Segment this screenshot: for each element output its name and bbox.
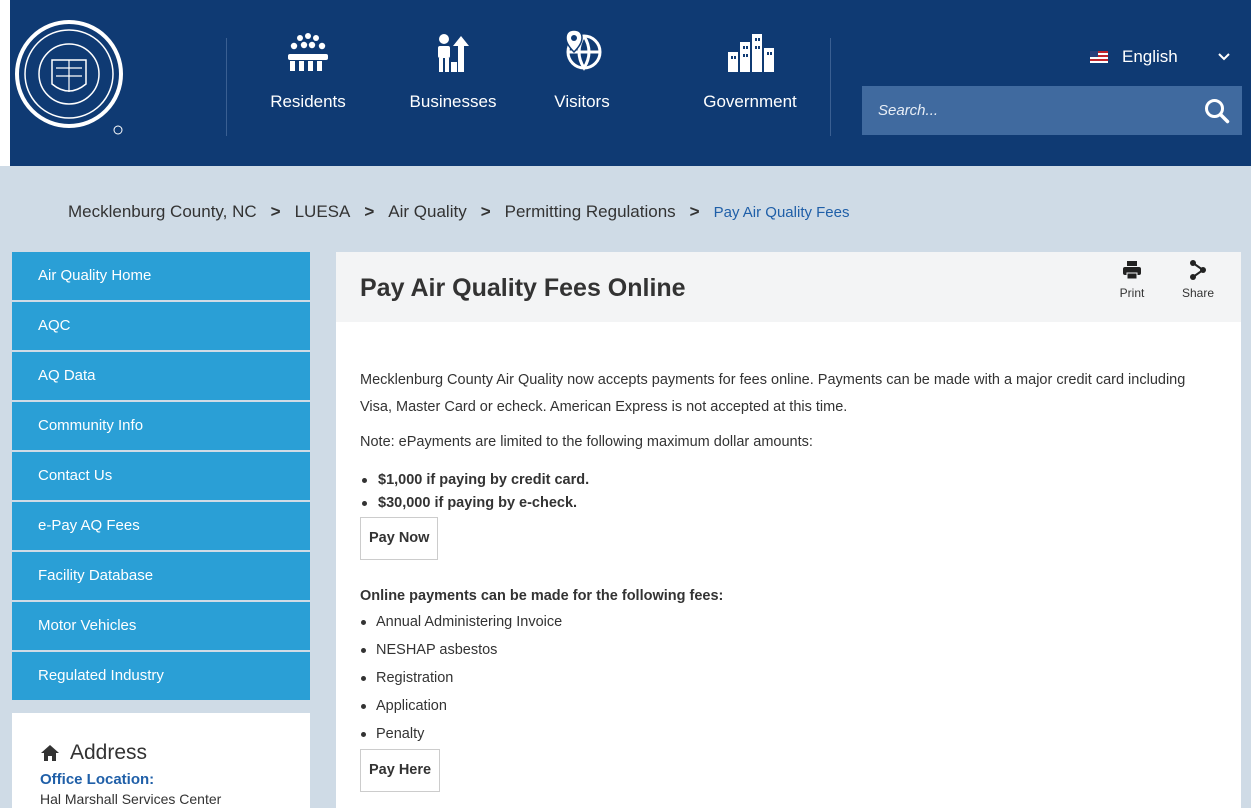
printer-icon — [1123, 261, 1141, 280]
address-title: Address — [70, 741, 148, 764]
content-header: Pay Air Quality Fees Online Print Share — [336, 252, 1241, 322]
note-text: Note: ePayments are limited to the follo… — [360, 434, 813, 450]
intro-paragraph: Mecklenburg County Air Quality now accep… — [360, 372, 1186, 415]
search-input[interactable] — [862, 86, 1204, 135]
list-item: Penalty — [360, 720, 1241, 748]
header-divider — [830, 38, 831, 136]
search-icon[interactable] — [1204, 98, 1230, 124]
breadcrumb-current-page[interactable]: Pay Air Quality Fees — [714, 204, 850, 221]
header-divider — [226, 38, 227, 136]
office-location-label: Office Location: — [40, 771, 155, 788]
sidebar-item-community-info[interactable]: Community Info — [12, 402, 310, 450]
office-name: Hal Marshall Services Center — [40, 791, 222, 807]
breadcrumb-luesa[interactable]: LUESA — [295, 202, 351, 222]
share-label: Share — [1181, 286, 1215, 300]
nav-businesses-label: Businesses — [409, 92, 497, 111]
fees-list: Annual Administering Invoice NESHAP asbe… — [360, 608, 1241, 748]
sidebar-item-facility-database[interactable]: Facility Database — [12, 552, 310, 600]
nav-government[interactable]: Government — [690, 24, 810, 144]
list-item: $1,000 if paying by credit card. — [360, 469, 1241, 492]
address-panel: Address Office Location: Hal Marshall Se… — [12, 713, 310, 808]
home-icon — [41, 745, 59, 761]
share-button[interactable]: Share — [1178, 260, 1218, 300]
sidebar-item-aqc[interactable]: AQC — [12, 302, 310, 350]
nav-government-label: Government — [703, 92, 797, 111]
breadcrumb-permitting-regulations[interactable]: Permitting Regulations — [505, 202, 676, 222]
payment-limits-list: $1,000 if paying by credit card. $30,000… — [360, 469, 1241, 515]
crowd-icon — [288, 33, 328, 71]
language-label: English — [1122, 47, 1178, 66]
list-item: Registration — [360, 664, 1241, 692]
fees-heading: Online payments can be made for the foll… — [360, 588, 724, 604]
buildings-icon — [728, 34, 774, 72]
print-label: Print — [1119, 286, 1145, 300]
list-item: Annual Administering Invoice — [360, 608, 1241, 636]
search-bar — [862, 86, 1242, 135]
breadcrumb-separator: > — [364, 202, 375, 221]
list-item: NESHAP asbestos — [360, 636, 1241, 664]
breadcrumb: Mecklenburg County, NC > LUESA > Air Qua… — [68, 200, 850, 224]
header-edge — [0, 0, 10, 166]
breadcrumb-separator: > — [270, 202, 281, 221]
sidebar-item-motor-vehicles[interactable]: Motor Vehicles — [12, 602, 310, 650]
county-seal-logo[interactable] — [14, 12, 124, 136]
sidebar-item-air-quality-home[interactable]: Air Quality Home — [12, 252, 310, 300]
sidebar-item-aq-data[interactable]: AQ Data — [12, 352, 310, 400]
nav-businesses[interactable]: Businesses — [393, 24, 513, 144]
breadcrumb-air-quality[interactable]: Air Quality — [388, 202, 466, 222]
list-item: Application — [360, 692, 1241, 720]
sidebar-item-regulated-industry[interactable]: Regulated Industry — [12, 652, 310, 700]
pay-here-button[interactable]: Pay Here — [360, 749, 441, 792]
us-flag-icon — [1090, 51, 1108, 63]
sidebar-item-contact-us[interactable]: Contact Us — [12, 452, 310, 500]
nav-visitors-label: Visitors — [554, 92, 610, 111]
breadcrumb-separator: > — [689, 202, 700, 221]
content-body: Mecklenburg County Air Quality now accep… — [336, 322, 1241, 808]
sidebar-nav: Air Quality Home AQC AQ Data Community I… — [12, 252, 310, 702]
globe-pin-icon — [565, 29, 602, 71]
breadcrumb-county[interactable]: Mecklenburg County, NC — [68, 202, 257, 222]
list-item: $30,000 if paying by e-check. — [360, 492, 1241, 515]
language-selector[interactable]: English — [1090, 44, 1240, 70]
site-header: Residents Businesses Visitors Government… — [0, 0, 1251, 166]
nav-residents-label: Residents — [270, 92, 346, 111]
sidebar-item-e-pay-aq-fees[interactable]: e-Pay AQ Fees — [12, 502, 310, 550]
nav-residents[interactable]: Residents — [248, 24, 368, 144]
share-icon — [1190, 260, 1206, 280]
page-title: Pay Air Quality Fees Online — [360, 274, 686, 302]
breadcrumb-separator: > — [480, 202, 491, 221]
business-growth-icon — [438, 34, 469, 72]
print-button[interactable]: Print — [1112, 260, 1152, 300]
address-heading: Address — [40, 741, 310, 765]
pay-now-button[interactable]: Pay Now — [360, 517, 439, 560]
nav-visitors[interactable]: Visitors — [522, 24, 642, 144]
chevron-down-icon — [1218, 53, 1230, 61]
